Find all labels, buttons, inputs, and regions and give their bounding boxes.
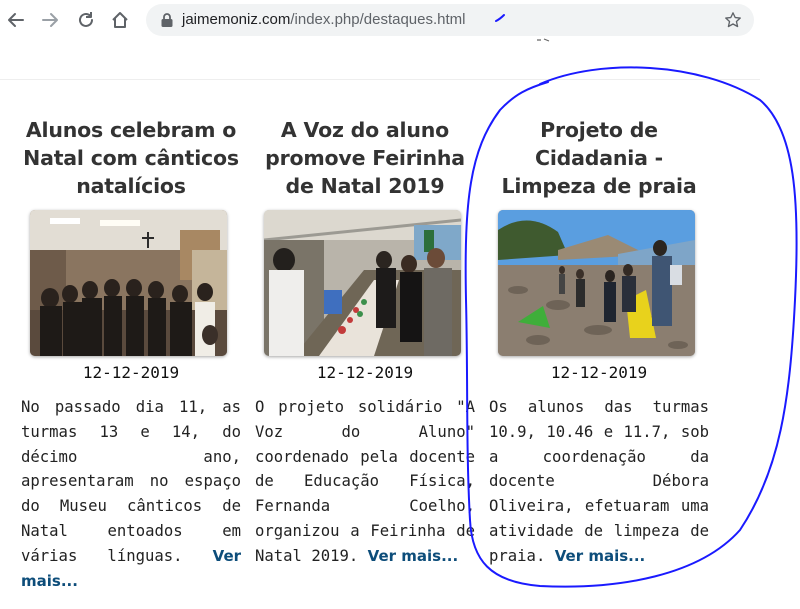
article-excerpt: O projeto solidário "A Voz do Aluno" coo… [255, 395, 475, 569]
reload-icon[interactable] [74, 8, 98, 32]
article-excerpt-text: O projeto solidário "A Voz do Aluno" coo… [255, 398, 475, 565]
url-host: jaimemoniz.com [182, 11, 291, 28]
article-card: Projeto de Cidadania - Limpeza de praia [489, 116, 709, 584]
cropped-text-fragment [537, 38, 550, 42]
article-photo-beach-cleanup[interactable] [498, 210, 695, 356]
article-excerpt-text: No passado dia 11, as turmas 13 e 14, do… [21, 398, 241, 565]
address-bar[interactable]: jaimemoniz.com/index.php/destaques.html [146, 4, 754, 36]
back-arrow-icon[interactable] [4, 8, 28, 32]
forward-arrow-icon[interactable] [38, 8, 62, 32]
article-excerpt: No passado dia 11, as turmas 13 e 14, do… [21, 395, 241, 593]
article-date: 12-12-2019 [550, 363, 648, 382]
home-icon[interactable] [108, 8, 132, 32]
article-card: A Voz do aluno promove Feirinha de Natal… [255, 116, 475, 584]
article-date: 12-12-2019 [316, 363, 414, 382]
lock-icon[interactable] [160, 12, 174, 32]
article-excerpt-text: Os alunos das turmas 10.9, 10.46 e 11.7,… [489, 398, 709, 565]
article-title[interactable]: A Voz do aluno promove Feirinha de Natal… [255, 116, 475, 200]
annotation-tick-mark [495, 14, 505, 22]
read-more-link[interactable]: Ver mais... [368, 547, 459, 565]
article-excerpt: Os alunos das turmas 10.9, 10.46 e 11.7,… [489, 395, 709, 569]
article-card: Alunos celebram o Natal com cânticos nat… [21, 116, 241, 609]
article-date: 12-12-2019 [82, 363, 180, 382]
browser-toolbar: jaimemoniz.com/index.php/destaques.html [0, 0, 800, 40]
star-icon[interactable] [724, 11, 742, 33]
article-title[interactable]: Projeto de Cidadania - Limpeza de praia [489, 116, 709, 200]
article-photo-christmas-fair[interactable] [264, 210, 461, 356]
url-path: /index.php/destaques.html [290, 11, 466, 28]
article-title[interactable]: Alunos celebram o Natal com cânticos nat… [21, 116, 241, 200]
read-more-link[interactable]: Ver mais... [555, 547, 646, 565]
url-text[interactable]: jaimemoniz.com/index.php/destaques.html [182, 11, 466, 28]
article-photo-choir[interactable] [30, 210, 227, 356]
header-divider [0, 79, 760, 80]
